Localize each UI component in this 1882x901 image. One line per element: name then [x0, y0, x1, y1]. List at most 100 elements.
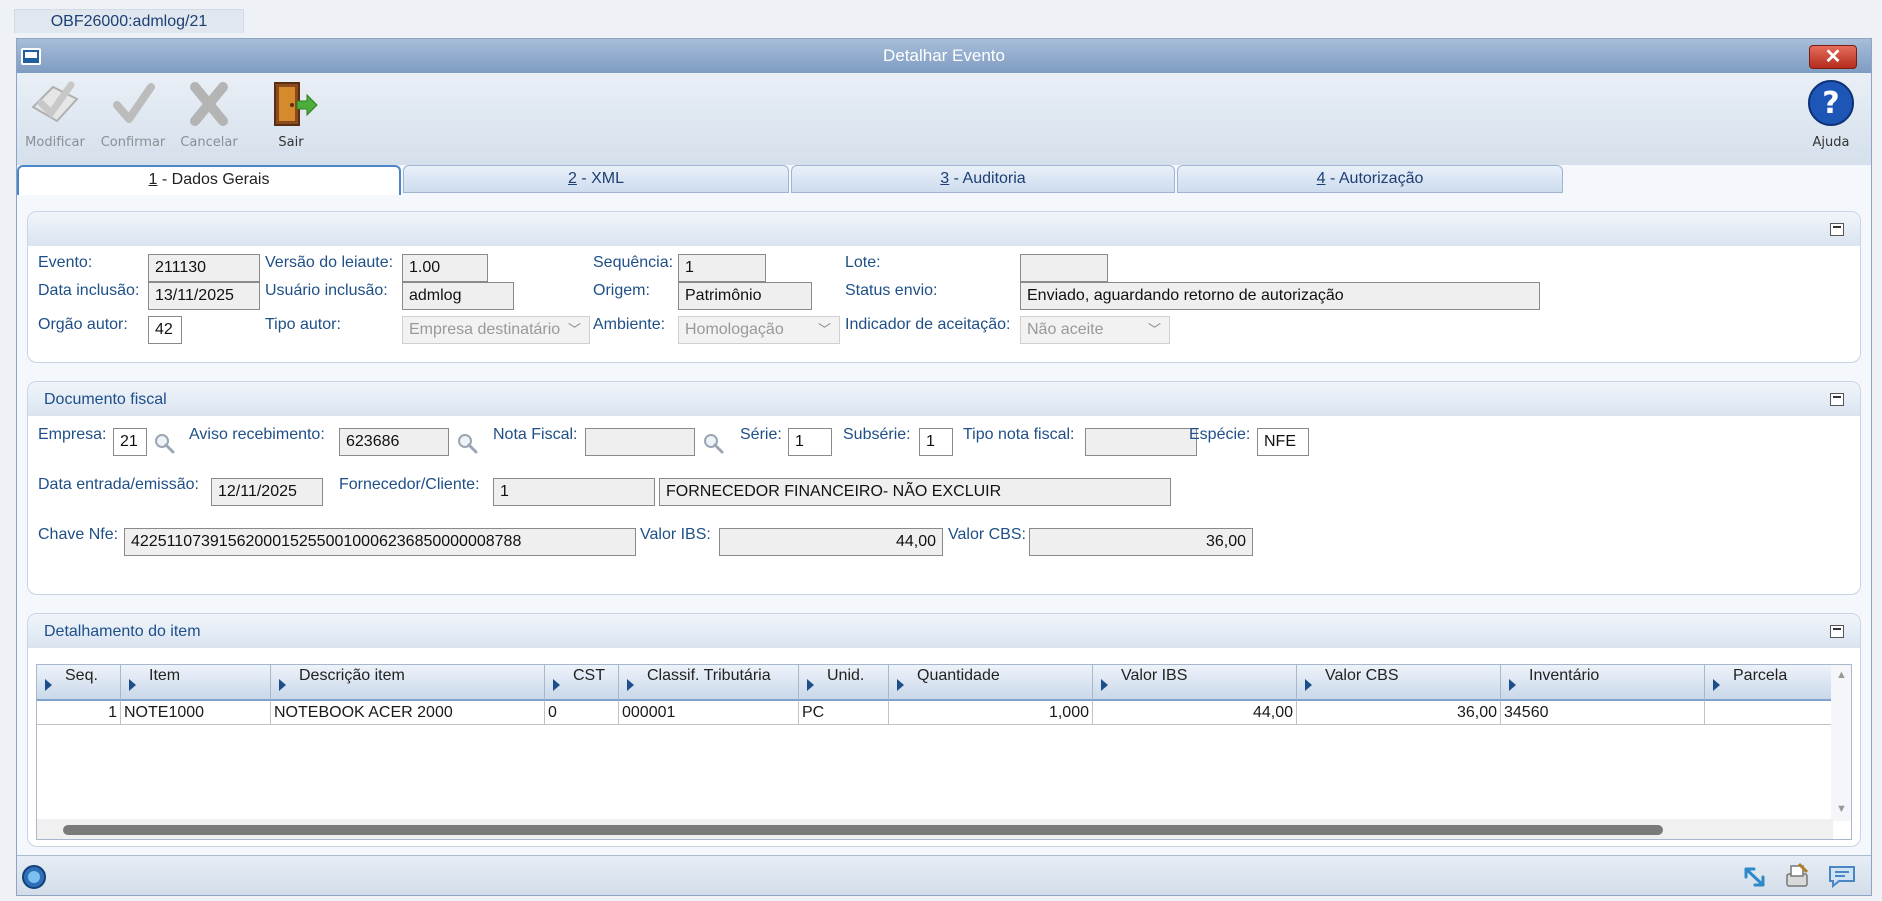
table-cell[interactable]: 1	[37, 701, 121, 725]
help-button[interactable]: ? Ajuda	[1795, 77, 1867, 163]
evento-field[interactable]: 211130	[148, 254, 260, 282]
valor-ibs-label: Valor IBS:	[640, 526, 711, 543]
nota-fiscal-label: Nota Fiscal:	[493, 426, 578, 443]
message-icon[interactable]	[1827, 864, 1857, 888]
column-header-label: Quantidade	[917, 667, 1000, 684]
search-icon[interactable]	[456, 432, 478, 454]
cancel-x-icon	[190, 82, 228, 126]
nota-fiscal-field[interactable]	[585, 428, 695, 456]
column-header-classif[interactable]: Classif. Tributária	[619, 665, 799, 701]
empresa-label: Empresa:	[38, 426, 107, 443]
print-settings-icon[interactable]	[1783, 862, 1811, 890]
scroll-down-icon[interactable]: ▼	[1836, 803, 1847, 815]
ambiente-label: Ambiente:	[593, 316, 666, 333]
tipo-autor-select[interactable]: Empresa destinatário ﹀	[402, 316, 590, 344]
usuario-field[interactable]: admlog	[402, 282, 514, 310]
table-cell[interactable]: 44,00	[1093, 701, 1297, 725]
origem-label: Origem:	[593, 282, 650, 299]
table-cell[interactable]: NOTE1000	[121, 701, 271, 725]
column-header-label: Classif. Tributária	[647, 667, 771, 684]
orgao-autor-label: Orgão autor:	[38, 316, 128, 333]
document-tab[interactable]: OBF26000:admlog/21	[14, 9, 244, 33]
fornecedor-code-field[interactable]: 1	[493, 478, 655, 506]
column-header-valor-cbs[interactable]: Valor CBS	[1297, 665, 1501, 701]
table-cell[interactable]: 0	[545, 701, 619, 725]
origem-field[interactable]: Patrimônio	[678, 282, 812, 310]
tab-auditoria[interactable]: 3 - Auditoria	[791, 165, 1175, 193]
fiscal-document-panel: Documento fiscal Empresa: 21 Aviso receb…	[27, 381, 1861, 595]
horizontal-scrollbar[interactable]	[37, 819, 1833, 839]
table-cell[interactable]: 34560	[1501, 701, 1705, 725]
table-cell[interactable]: 000001	[619, 701, 799, 725]
modify-button[interactable]: Modificar	[19, 77, 91, 163]
versao-label: Versão do leiaute:	[265, 254, 394, 271]
tab-dados-gerais[interactable]: 1 - Dados Gerais	[17, 165, 401, 195]
fiscal-panel-header: Documento fiscal	[28, 382, 1860, 416]
serie-label: Série:	[740, 426, 782, 443]
aviso-field[interactable]: 623686	[339, 428, 449, 456]
serie-field[interactable]: 1	[788, 428, 832, 456]
table-cell[interactable]	[1705, 701, 1833, 725]
tab-autorizacao[interactable]: 4 - Autorização	[1177, 165, 1563, 193]
minimize-icon[interactable]	[1830, 393, 1844, 406]
column-header-label: Unid.	[827, 667, 865, 684]
column-header-inventario[interactable]: Inventário	[1501, 665, 1705, 701]
cancel-button[interactable]: Cancelar	[173, 77, 245, 163]
search-icon[interactable]	[702, 432, 724, 454]
fornecedor-label: Fornecedor/Cliente:	[339, 476, 480, 493]
general-panel: Evento: 211130 Versão do leiaute: 1.00 S…	[27, 211, 1861, 363]
orgao-autor-field[interactable]: 42	[148, 316, 182, 344]
column-header-unid[interactable]: Unid.	[799, 665, 889, 701]
versao-field[interactable]: 1.00	[402, 254, 488, 282]
tipo-nota-field[interactable]	[1085, 428, 1197, 456]
horizontal-scroll-thumb[interactable]	[63, 825, 1663, 835]
table-cell[interactable]: PC	[799, 701, 889, 725]
column-header-descricao[interactable]: Descrição item	[271, 665, 545, 701]
column-header-quantidade[interactable]: Quantidade	[889, 665, 1093, 701]
tab-dados-gerais-label: - Dados Gerais	[157, 171, 270, 188]
column-header-valor-ibs[interactable]: Valor IBS	[1093, 665, 1297, 701]
fornecedor-name-field[interactable]: FORNECEDOR FINANCEIRO- NÃO EXCLUIR	[659, 478, 1171, 506]
column-header-label: Inventário	[1529, 667, 1600, 684]
data-inclusao-field[interactable]: 13/11/2025	[148, 282, 260, 310]
column-header-label: Valor IBS	[1121, 667, 1188, 684]
scroll-up-icon[interactable]: ▲	[1836, 669, 1847, 681]
resize-arrow-icon[interactable]	[1743, 866, 1767, 888]
tab-autorizacao-label: - Autorização	[1325, 170, 1424, 187]
indicador-select[interactable]: Não aceite ﹀	[1020, 316, 1170, 344]
column-header-item[interactable]: Item	[121, 665, 271, 701]
column-header-seq[interactable]: Seq.	[37, 665, 121, 701]
minimize-icon[interactable]	[1830, 223, 1844, 236]
table-cell[interactable]: 1,000	[889, 701, 1093, 725]
exit-button[interactable]: Sair	[255, 77, 327, 163]
confirm-button[interactable]: Confirmar	[97, 77, 169, 163]
column-header-cst[interactable]: CST	[545, 665, 619, 701]
table-cell[interactable]: 36,00	[1297, 701, 1501, 725]
valor-cbs-field[interactable]: 36,00	[1029, 528, 1253, 556]
column-header-parcela[interactable]: Parcela	[1705, 665, 1833, 701]
lote-field[interactable]	[1020, 254, 1108, 282]
items-grid: Seq. Item Descrição item CST Classif. Tr…	[36, 664, 1852, 840]
ambiente-select[interactable]: Homologação ﹀	[678, 316, 840, 344]
sequencia-field[interactable]: 1	[678, 254, 766, 282]
column-header-label: Parcela	[1733, 667, 1788, 684]
modify-icon	[31, 81, 79, 123]
status-envio-field[interactable]: Enviado, aguardando retorno de autorizaç…	[1020, 282, 1540, 310]
column-header-label: Descrição item	[299, 667, 405, 684]
table-cell[interactable]: NOTEBOOK ACER 2000	[271, 701, 545, 725]
vertical-scrollbar[interactable]: ▲ ▼	[1831, 665, 1851, 821]
globe-icon[interactable]	[21, 864, 47, 890]
checkmark-icon	[113, 83, 155, 123]
search-icon[interactable]	[153, 432, 175, 454]
valor-ibs-field[interactable]: 44,00	[719, 528, 943, 556]
subserie-field[interactable]: 1	[919, 428, 953, 456]
chave-nfe-field[interactable]: 4225110739156200015255001000623685000000…	[124, 528, 636, 556]
data-entrada-field[interactable]: 12/11/2025	[211, 478, 323, 506]
indicador-label: Indicador de aceitação:	[845, 316, 1011, 333]
minimize-icon[interactable]	[1830, 625, 1844, 638]
toolbar: Modificar Confirmar Cancelar Sair ? Ajud…	[17, 73, 1871, 165]
close-button[interactable]: ✕	[1809, 45, 1857, 69]
especie-field[interactable]: NFE	[1257, 428, 1309, 456]
tab-xml[interactable]: 2 - XML	[403, 165, 789, 193]
empresa-field[interactable]: 21	[113, 428, 147, 456]
